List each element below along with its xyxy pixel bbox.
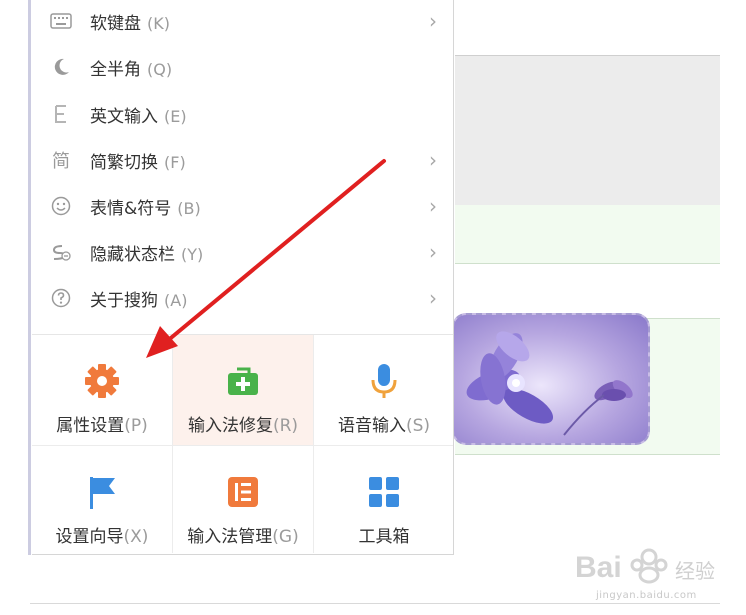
background-row: [455, 205, 720, 264]
background-panel-gray: [455, 55, 720, 207]
microphone-icon: [364, 361, 404, 401]
traditional-char-icon: 简: [52, 151, 70, 172]
chevron-right-icon: ›: [429, 286, 437, 310]
divider: [172, 335, 173, 553]
menu-item-simplified-traditional[interactable]: 简 简繁切换 (F) ›: [32, 137, 453, 183]
grid-button-label: 工具箱: [358, 527, 410, 547]
menu-item-label: 全半角 (Q): [90, 59, 173, 80]
menu-item-full-half-width[interactable]: 全半角 (Q): [32, 44, 453, 90]
menu-item-emoji-symbols[interactable]: 表情&符号 (B) ›: [32, 183, 453, 229]
chevron-right-icon: ›: [429, 9, 437, 33]
grid-button-label: 设置向导(X): [55, 527, 149, 547]
repair-toolbox-icon: [223, 361, 263, 401]
smiley-icon: [48, 193, 74, 219]
voice-input-button[interactable]: 语音输入(S): [314, 335, 454, 445]
manager-icon: [223, 472, 263, 512]
letter-e-icon: [48, 101, 74, 127]
menu-item-label: 简繁切换 (F): [90, 152, 186, 173]
chevron-right-icon: ›: [429, 148, 437, 172]
menu-item-label: 表情&符号 (B): [90, 198, 201, 219]
watermark-text: 经验: [675, 559, 715, 583]
menu-item-label: 关于搜狗 (A): [90, 290, 188, 311]
question-icon: [48, 285, 74, 311]
menu-item-soft-keyboard[interactable]: 软键盘 (K) ›: [32, 0, 453, 44]
hide-statusbar-icon: [48, 239, 74, 265]
chevron-right-icon: ›: [429, 240, 437, 264]
flag-icon: [82, 472, 122, 512]
toolbox-grid-icon: [364, 472, 404, 512]
grid-button-label: 属性设置(P): [56, 416, 148, 436]
menu-item-hide-statusbar[interactable]: 隐藏状态栏 (Y) ›: [32, 229, 453, 275]
ime-manager-button[interactable]: 输入法管理(G): [173, 446, 313, 556]
menu-item-label: 隐藏状态栏 (Y): [90, 244, 204, 265]
menu-item-english-input[interactable]: 英文输入 (E): [32, 91, 453, 137]
grid-button-label: 输入法管理(G): [187, 527, 299, 547]
grid-button-label: 输入法修复(R): [187, 416, 299, 436]
menu-item-about[interactable]: 关于搜狗 (A) ›: [32, 275, 453, 321]
gear-icon: [82, 361, 122, 401]
property-settings-button[interactable]: 属性设置(P): [32, 335, 172, 445]
window-edge: [28, 0, 31, 555]
keyboard-icon: [48, 8, 74, 34]
grid-button-label: 语音输入(S): [337, 416, 431, 436]
ime-repair-button[interactable]: 输入法修复(R): [173, 335, 313, 445]
ime-context-menu: 软键盘 (K) › 全半角 (Q) 英文输入 (E) 简 简繁切换 (F) › 表情&符…: [32, 0, 454, 555]
chevron-right-icon: ›: [429, 194, 437, 218]
watermark-url: jingyan.baidu.com: [596, 590, 697, 601]
setup-wizard-button[interactable]: 设置向导(X): [32, 446, 172, 556]
menu-item-label: 软键盘 (K): [90, 13, 170, 34]
skin-preview-image[interactable]: [452, 313, 650, 445]
svg-text:Bai: Bai: [575, 551, 622, 584]
menu-item-label: 英文输入 (E): [90, 106, 187, 127]
divider: [313, 335, 314, 553]
toolbox-button[interactable]: 工具箱: [314, 446, 454, 556]
moon-icon: [48, 54, 74, 80]
